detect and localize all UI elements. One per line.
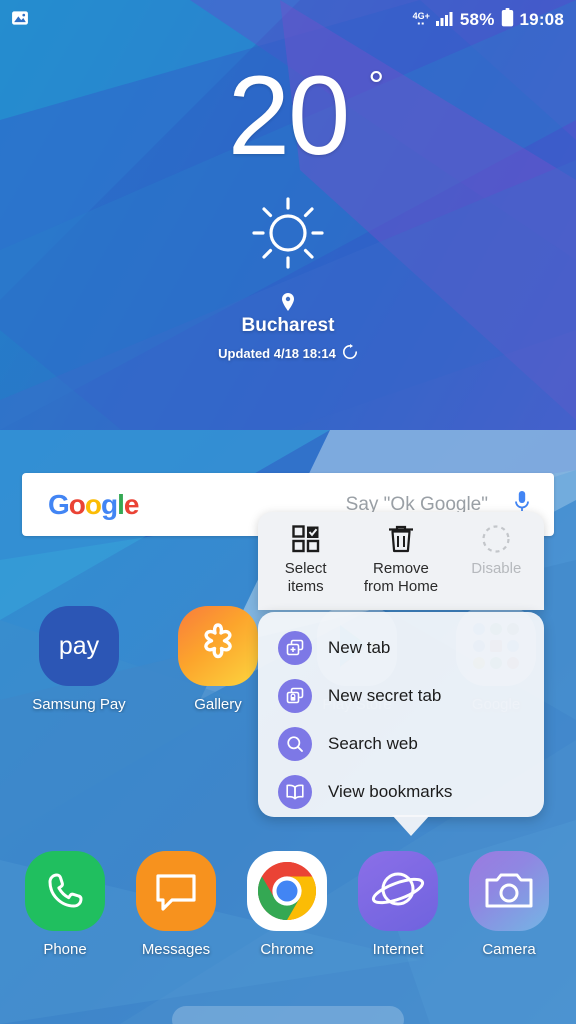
google-logo-letter: o <box>68 488 86 520</box>
status-bar-left <box>10 8 30 33</box>
app-label: Chrome <box>260 941 314 958</box>
status-bar-clock: 19:08 <box>519 10 564 29</box>
shortcut-search-web[interactable]: Search web <box>258 720 544 768</box>
app-label: Samsung Pay <box>32 696 126 713</box>
shortcut-new-secret-tab[interactable]: New secret tab <box>258 672 544 720</box>
shortcut-new-tab[interactable]: New tab <box>258 624 544 672</box>
trash-icon <box>355 522 447 556</box>
battery-percent: 58% <box>459 10 495 29</box>
view-bookmarks-icon <box>278 775 312 809</box>
menu-item-disable: Disable <box>450 522 542 578</box>
select-items-icon <box>260 522 352 556</box>
disable-icon <box>450 522 542 556</box>
home-context-menu: Select items Remove from Home Disable <box>258 512 544 610</box>
temperature-value: 20 <box>227 53 351 178</box>
samsung-pay-icon: pay <box>39 606 119 686</box>
app-icon-gallery[interactable]: Gallery <box>163 606 273 713</box>
dock-icon-chrome[interactable]: Chrome <box>232 851 342 958</box>
dock-icon-messages[interactable]: Messages <box>121 851 231 958</box>
google-logo-letter: l <box>117 488 125 520</box>
camera-icon <box>469 851 549 931</box>
app-label: Internet <box>372 941 424 958</box>
app-icon-samsung-pay[interactable]: pay Samsung Pay <box>24 606 134 713</box>
google-logo-letter: G <box>48 488 70 520</box>
menu-item-select-items[interactable]: Select items <box>260 522 352 596</box>
messages-icon <box>136 851 216 931</box>
app-label: Camera <box>482 941 536 958</box>
menu-item-label: Disable <box>471 560 522 577</box>
gallery-icon <box>178 606 258 686</box>
svg-text:pay: pay <box>59 633 100 659</box>
network-type-icon: 4G+ ▪▪ <box>412 11 430 28</box>
image-icon <box>10 8 30 33</box>
dock-icon-phone[interactable]: Phone <box>10 851 120 958</box>
weather-updated: Updated 4/18 18:14 <box>0 344 576 363</box>
google-logo-letter: o <box>84 488 102 520</box>
shortcut-label: View bookmarks <box>328 782 453 801</box>
refresh-icon[interactable] <box>342 344 358 363</box>
phone-icon <box>25 851 105 931</box>
chrome-icon <box>247 851 327 931</box>
new-secret-tab-icon <box>278 679 312 713</box>
menu-item-remove-from-home[interactable]: Remove from Home <box>355 522 447 596</box>
app-label: Phone <box>43 941 87 958</box>
app-shortcut-menu: New tab New secret tab Search web View b… <box>258 612 544 817</box>
search-web-icon <box>278 727 312 761</box>
popup-pointer <box>392 815 430 836</box>
shortcut-label: Search web <box>328 734 418 753</box>
weather-temperature: 20 ° <box>228 60 385 172</box>
dock-icon-internet[interactable]: Internet <box>343 851 453 958</box>
google-logo-letter: g <box>101 488 118 520</box>
app-drawer-handle[interactable] <box>172 1006 404 1024</box>
shortcut-label: New tab <box>328 638 391 657</box>
app-label: Messages <box>141 941 211 958</box>
degree-symbol: ° <box>368 64 384 108</box>
google-logo: Google <box>48 488 140 520</box>
weather-city: Bucharest <box>241 315 335 336</box>
google-logo-letter: e <box>123 488 140 520</box>
menu-item-label: Remove from Home <box>363 560 439 595</box>
dock-icon-camera[interactable]: Camera <box>454 851 564 958</box>
battery-icon <box>501 8 514 32</box>
status-bar-right: 4G+ ▪▪ 58% 19:08 <box>413 8 564 32</box>
weather-widget[interactable]: 20 ° Bucharest Updated 4/18 18:14 <box>0 60 576 363</box>
location-pin-icon <box>0 293 576 311</box>
app-label: Gallery <box>194 696 242 713</box>
new-tab-icon <box>278 631 312 665</box>
internet-icon <box>358 851 438 931</box>
shortcut-label: New secret tab <box>328 686 442 705</box>
menu-item-label: Select items <box>284 560 327 595</box>
dock: Phone Messages Chrome Internet Camera <box>0 828 576 958</box>
sun-icon <box>0 194 576 277</box>
status-bar: 4G+ ▪▪ 58% 19:08 <box>0 0 576 40</box>
signal-bars-icon <box>435 10 454 31</box>
weather-updated-text: Updated 4/18 18:14 <box>218 346 336 361</box>
shortcut-view-bookmarks[interactable]: View bookmarks <box>258 768 544 816</box>
